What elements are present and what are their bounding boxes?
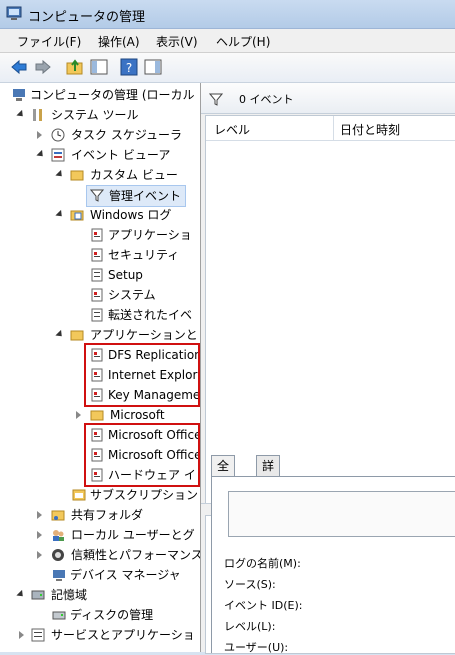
menu-action[interactable]: 操作(A) xyxy=(98,33,140,50)
field-event-id: イベント ID(E): xyxy=(224,599,303,612)
folder-log-icon xyxy=(70,210,84,221)
help-icon[interactable]: ? xyxy=(120,58,138,76)
tab-general[interactable]: 全般 xyxy=(211,455,236,494)
expand-arrow-icon[interactable] xyxy=(37,511,42,519)
log-icon xyxy=(91,228,103,242)
subscription-icon xyxy=(72,489,86,501)
computer-management-icon xyxy=(6,6,22,20)
field-level: レベル(L): xyxy=(224,620,276,633)
users-icon xyxy=(53,530,64,541)
filter-icon xyxy=(90,189,104,202)
events-header: 0 イベント xyxy=(201,83,455,114)
forward-arrow-icon[interactable] xyxy=(34,58,52,76)
toolbar: ? xyxy=(0,53,455,83)
column-divider[interactable] xyxy=(333,116,334,140)
field-source: ソース(S): xyxy=(224,578,276,591)
performance-icon xyxy=(52,549,64,561)
expand-arrow-icon[interactable] xyxy=(37,551,42,559)
field-user: ユーザー(U): xyxy=(224,641,289,654)
collapse-arrow-icon[interactable] xyxy=(16,109,26,120)
highlight-box-2 xyxy=(84,423,200,487)
menu-bar: ファイル(F) 操作(A) 表示(V) ヘルプ(H) xyxy=(0,29,455,53)
field-log-name: ログの名前(M): xyxy=(224,557,301,570)
navigation-tree: コンピュータの管理 (ローカル システム ツール タスク スケジューラ イベント… xyxy=(0,83,201,652)
back-arrow-icon[interactable] xyxy=(10,58,28,76)
log-icon xyxy=(91,268,103,282)
folder-icon xyxy=(70,330,84,341)
clock-icon xyxy=(51,128,65,142)
computer-icon xyxy=(13,89,25,101)
tree-item-administrative-events[interactable]: 管理イベント xyxy=(86,185,186,207)
device-manager-icon xyxy=(53,570,65,581)
column-level[interactable]: レベル xyxy=(214,121,250,138)
expand-arrow-icon[interactable] xyxy=(19,631,24,639)
folder-icon xyxy=(70,170,84,181)
show-hide-tree-icon[interactable] xyxy=(90,58,108,76)
log-icon xyxy=(91,288,103,302)
collapse-arrow-icon[interactable] xyxy=(16,589,26,600)
tab-detail[interactable]: 詳細 xyxy=(256,455,281,494)
up-folder-icon[interactable] xyxy=(66,58,84,76)
event-count: 0 イベント xyxy=(239,93,294,106)
menu-view[interactable]: 表示(V) xyxy=(156,33,198,50)
title-bar: コンピュータの管理 xyxy=(0,0,455,29)
highlight-box-1 xyxy=(84,343,200,407)
column-datetime[interactable]: 日付と時刻 xyxy=(340,121,400,138)
events-pane: 0 イベント レベル 日付と時刻 全般 詳細 ログの名前(M): ソース(S):… xyxy=(201,83,455,654)
svg-text:?: ? xyxy=(126,61,132,75)
menu-file[interactable]: ファイル(F) xyxy=(17,33,81,50)
menu-help[interactable]: ヘルプ(H) xyxy=(216,33,270,50)
collapse-arrow-icon[interactable] xyxy=(55,329,65,340)
window-title: コンピュータの管理 xyxy=(28,10,146,25)
storage-icon xyxy=(31,590,45,600)
shared-folder-icon xyxy=(51,510,65,521)
events-table: レベル 日付と時刻 xyxy=(205,115,455,504)
expand-arrow-icon[interactable] xyxy=(76,411,81,419)
expand-arrow-icon[interactable] xyxy=(37,531,42,539)
services-icon xyxy=(31,628,45,642)
expand-arrow-icon[interactable] xyxy=(37,131,42,139)
tools-icon xyxy=(33,109,42,121)
show-action-pane-icon[interactable] xyxy=(144,58,162,76)
log-icon xyxy=(91,308,103,322)
filter-icon xyxy=(209,93,223,106)
log-icon xyxy=(91,248,103,262)
general-tab-pane: ログの名前(M): ソース(S): イベント ID(E): レベル(L): ユー… xyxy=(211,476,455,654)
collapse-arrow-icon[interactable] xyxy=(55,169,65,180)
folder-icon xyxy=(90,410,104,421)
description-box xyxy=(228,491,455,537)
table-header: レベル 日付と時刻 xyxy=(206,116,455,141)
event-viewer-icon xyxy=(51,148,65,162)
collapse-arrow-icon[interactable] xyxy=(36,149,46,160)
collapse-arrow-icon[interactable] xyxy=(55,209,65,220)
disk-icon xyxy=(52,611,66,620)
